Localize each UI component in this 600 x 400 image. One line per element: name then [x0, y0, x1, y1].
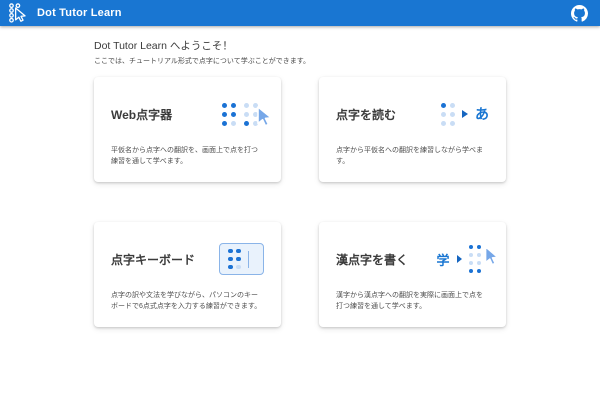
- card-description: 点字の訳や文法を学びながら、パソコンのキーボードで6点式点字を入力する練習ができ…: [111, 290, 264, 312]
- kanji-to-braille-cursor-icon: 学: [436, 245, 489, 274]
- card-web-braille-writer[interactable]: Web点字器 平仮名から: [94, 77, 281, 182]
- main-content: Dot Tutor Learn へようこそ！ ここでは、チュートリアル形式で点字…: [94, 38, 506, 327]
- braille-to-hiragana-icon: あ: [441, 103, 489, 126]
- card-read-braille[interactable]: 点字を読む あ 点字から平仮名への翻訳を練習しながら学べます。: [319, 77, 506, 182]
- mouse-cursor-icon: [254, 105, 276, 129]
- braille-cells-cursor-icon: [222, 103, 264, 126]
- card-description: 漢字から漢点字への翻訳を実際に画面上で点を打つ練習を通して学べます。: [336, 290, 489, 312]
- braille-keyboard-input-icon: [219, 243, 264, 276]
- braille-cursor-logo-icon: [6, 2, 28, 24]
- home-link[interactable]: Dot Tutor Learn: [6, 2, 122, 24]
- app-title: Dot Tutor Learn: [37, 7, 122, 19]
- arrow-right-icon: [457, 255, 462, 263]
- arrow-right-icon: [462, 110, 468, 118]
- card-title: 点字キーボード: [111, 251, 195, 268]
- kanji-glyph: 学: [436, 250, 449, 269]
- tutorial-card-grid: Web点字器 平仮名から: [94, 77, 506, 327]
- card-description: 平仮名から点字への翻訳を、画面上で点を打つ練習を通して学べます。: [111, 145, 264, 167]
- text-caret-icon: [248, 251, 250, 268]
- hiragana-glyph: あ: [475, 104, 489, 124]
- card-title: 点字を読む: [336, 106, 396, 123]
- card-description: 点字から平仮名への翻訳を練習しながら学べます。: [336, 145, 489, 167]
- mouse-cursor-icon: [482, 245, 502, 269]
- card-title: 漢点字を書く: [336, 251, 408, 268]
- card-braille-keyboard[interactable]: 点字キーボード 点字の訳や文法を学びながら、パソコンのキーボードで6点式点字を入…: [94, 222, 281, 327]
- app-header: Dot Tutor Learn: [0, 0, 600, 26]
- card-title: Web点字器: [111, 106, 172, 123]
- card-write-kanji-braille[interactable]: 漢点字を書く 学 漢字から漢点字への翻訳を実際に画面上で点を打つ練習を通して学: [319, 222, 506, 327]
- welcome-title: Dot Tutor Learn へようこそ！: [94, 38, 506, 53]
- welcome-subtitle: ここでは、チュートリアル形式で点字について学ぶことができます。: [94, 56, 506, 66]
- github-icon[interactable]: [571, 5, 588, 22]
